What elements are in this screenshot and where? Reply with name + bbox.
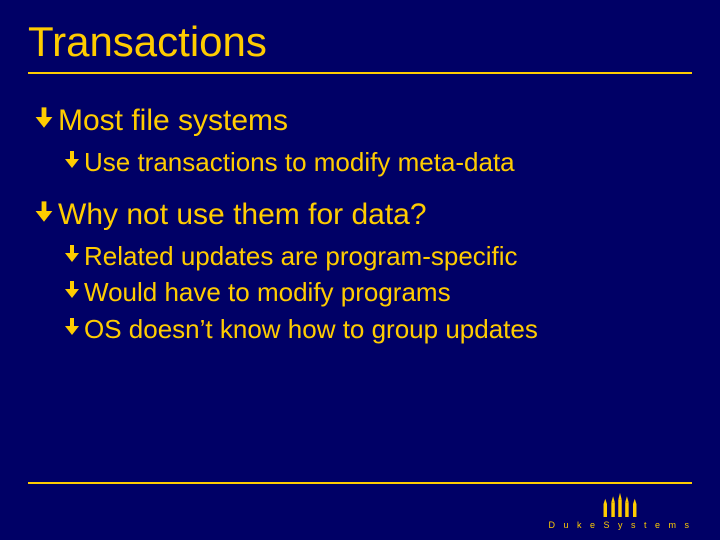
bullet-level1: Why not use them for data? xyxy=(32,196,692,234)
bullet-level1: Most file systems xyxy=(32,102,692,140)
slide-content: Most file systems Use transactions to mo… xyxy=(28,102,692,345)
arrow-down-icon xyxy=(62,146,82,172)
spacer xyxy=(32,182,692,196)
bullet-text: Most file systems xyxy=(58,102,288,140)
slide-title: Transactions xyxy=(28,18,692,66)
bullet-text: Use transactions to modify meta-data xyxy=(84,146,515,179)
bullet-level2: Related updates are program-specific xyxy=(62,240,692,273)
footer-logo: D u k e S y s t e m s xyxy=(548,491,692,530)
footer-brand-text: D u k e S y s t e m s xyxy=(548,520,692,530)
slide: Transactions Most file systems Use trans… xyxy=(0,0,720,540)
arrow-down-icon xyxy=(32,196,56,226)
arrow-down-icon xyxy=(62,313,82,339)
arrow-down-icon xyxy=(62,240,82,266)
duke-chapel-icon xyxy=(597,491,643,517)
bullet-level2: Use transactions to modify meta-data xyxy=(62,146,692,179)
bullet-level2: OS doesn’t know how to group updates xyxy=(62,313,692,346)
bullet-text: Why not use them for data? xyxy=(58,196,427,234)
bullet-text: Would have to modify programs xyxy=(84,276,451,309)
arrow-down-icon xyxy=(32,102,56,132)
arrow-down-icon xyxy=(62,276,82,302)
bullet-text: Related updates are program-specific xyxy=(84,240,518,273)
footer-divider xyxy=(28,482,692,484)
bullet-level2: Would have to modify programs xyxy=(62,276,692,309)
bullet-text: OS doesn’t know how to group updates xyxy=(84,313,538,346)
title-underline xyxy=(28,72,692,74)
